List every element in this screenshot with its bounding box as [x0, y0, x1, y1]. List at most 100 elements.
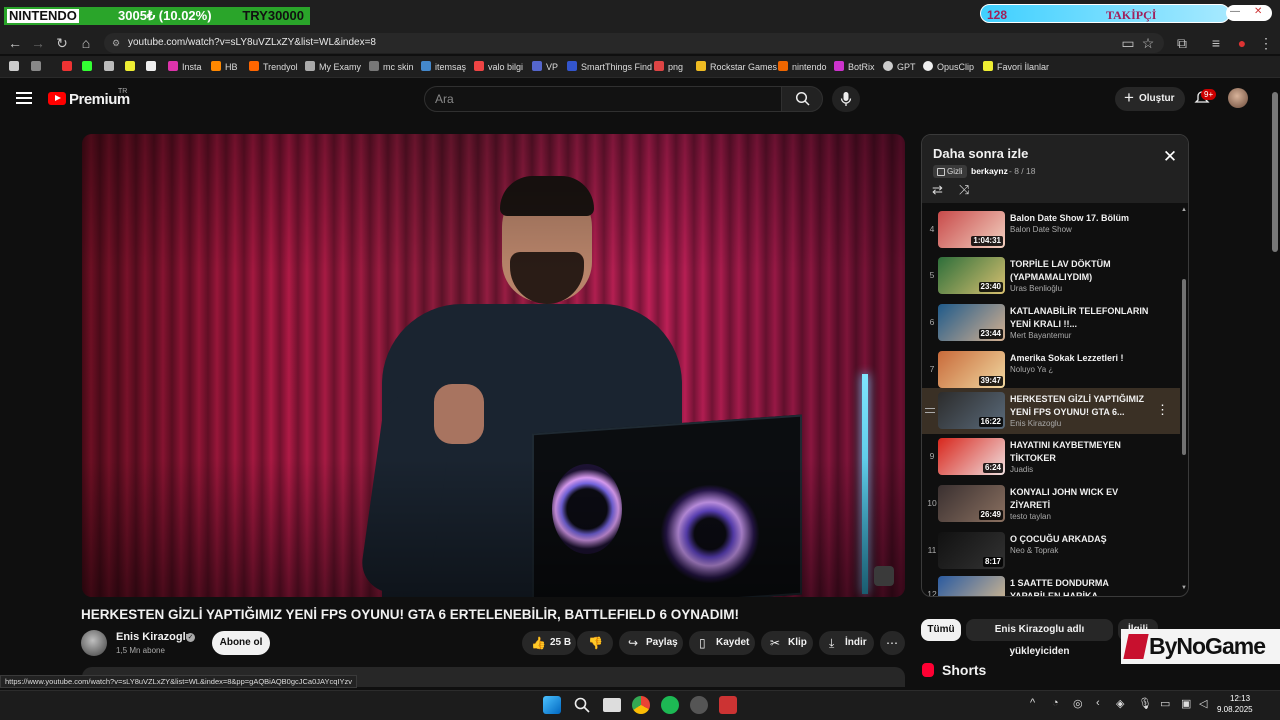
- channel-avatar[interactable]: [81, 630, 107, 656]
- microphone-icon[interactable]: 🎙: [1138, 697, 1152, 710]
- playlist-item-channel[interactable]: Juadis: [1010, 465, 1033, 474]
- shuffle-icon[interactable]: ⤨: [959, 182, 969, 198]
- playlist-item-title[interactable]: TORPİLE LAV DÖKTÜM (YAPMAMALIYDIM): [1010, 258, 1156, 284]
- playlist-item-title[interactable]: HERKESTEN GİZLİ YAPTIĞIMIZ YENİ FPS OYUN…: [1010, 393, 1156, 419]
- video-thumbnail[interactable]: [938, 576, 1005, 596]
- video-thumbnail[interactable]: 26:49: [938, 485, 1005, 522]
- bookmark-trendyol[interactable]: Trendyol: [249, 61, 298, 72]
- window-controls[interactable]: — ✕: [1226, 5, 1272, 21]
- windows-start-icon[interactable]: [543, 696, 561, 714]
- task-view-icon[interactable]: [603, 698, 621, 712]
- video-thumbnail[interactable]: 23:44: [938, 304, 1005, 341]
- reload-icon[interactable]: ↻: [53, 34, 71, 52]
- playlist-item[interactable]: 10 26:49 KONYALI JOHN WICK EV ZİYARETİ test…: [922, 481, 1180, 527]
- video-thumbnail[interactable]: 8:17: [938, 532, 1005, 569]
- playlist-item[interactable]: 5 23:40 TORPİLE LAV DÖKTÜM (YAPMAMALIYDIM)…: [922, 253, 1180, 299]
- bookmark-botrix[interactable]: BotRix: [834, 61, 875, 72]
- video-thumbnail[interactable]: 23:40: [938, 257, 1005, 294]
- page-scrollbar[interactable]: [1269, 80, 1280, 690]
- scroll-up-icon[interactable]: ▲: [1181, 207, 1187, 213]
- reading-list-icon[interactable]: ≡: [1207, 34, 1225, 52]
- playlist-item[interactable]: 16:22 HERKESTEN GİZLİ YAPTIĞIMIZ YENİ FPS…: [922, 388, 1180, 434]
- bookmark-opusclip[interactable]: OpusClip: [923, 61, 974, 72]
- playlist-item-title[interactable]: Amerika Sokak Lezzetleri !: [1010, 352, 1156, 365]
- tray-app-icon[interactable]: ‹: [1096, 697, 1100, 709]
- playlist-item[interactable]: 6 23:44 KATLANABİLİR TELEFONLARIN YENİ KRA…: [922, 300, 1180, 346]
- display-icon[interactable]: ▣: [1181, 697, 1191, 710]
- apps-icon[interactable]: [9, 61, 23, 72]
- bookmark-icon[interactable]: [104, 61, 118, 72]
- video-player[interactable]: [82, 134, 905, 597]
- playlist-item-title[interactable]: 1 SAATTE DONDURMA YAPABİLEN HARİKA...: [1010, 577, 1156, 596]
- cast-icon[interactable]: ▭: [1119, 34, 1137, 52]
- playlist-item-title[interactable]: KONYALI JOHN WICK EV ZİYARETİ: [1010, 486, 1156, 512]
- tray-app-icon[interactable]: ◎: [1073, 697, 1083, 710]
- bookmark-vp[interactable]: VP: [532, 61, 558, 72]
- forward-icon[interactable]: →: [29, 34, 47, 52]
- playlist-title[interactable]: Daha sonra izle: [933, 146, 1028, 161]
- download-button[interactable]: ⤓ İndir: [819, 631, 874, 655]
- bookmark-icon[interactable]: [125, 61, 139, 72]
- bookmark-rockstar[interactable]: Rockstar Games: [696, 61, 777, 72]
- search-input[interactable]: [424, 86, 782, 112]
- back-icon[interactable]: ←: [6, 34, 24, 52]
- playlist-owner[interactable]: berkaynz: [971, 165, 1008, 178]
- playlist-item-channel[interactable]: Neo & Toprak: [1010, 546, 1058, 555]
- bookmark-valo-bilgi[interactable]: valo bilgi: [474, 61, 523, 72]
- home-icon[interactable]: ⌂: [77, 34, 95, 52]
- channel-name[interactable]: Enis Kirazoglu: [116, 631, 192, 643]
- bookmark-nintendo[interactable]: nintendo: [778, 61, 827, 72]
- bookmark-itemsas[interactable]: itemsaş: [421, 61, 466, 72]
- playlist-item-title[interactable]: Balon Date Show 17. Bölüm: [1010, 212, 1156, 225]
- search-icon[interactable]: [573, 696, 591, 714]
- scrollbar-thumb[interactable]: [1182, 279, 1186, 455]
- x-bookmark-icon[interactable]: [146, 61, 160, 72]
- volume-icon[interactable]: ◁: [1199, 697, 1207, 710]
- playlist-item-title[interactable]: KATLANABİLİR TELEFONLARIN YENİ KRALI !!.…: [1010, 305, 1156, 331]
- playlist-item-channel[interactable]: Uras Benlioğlu: [1010, 284, 1062, 293]
- playlist-item-channel[interactable]: testo taylan: [1010, 512, 1051, 521]
- subscribe-button[interactable]: Abone ol: [212, 631, 270, 655]
- playlist-item-title[interactable]: HAYATINI KAYBETMEYEN TİKTOKER: [1010, 439, 1156, 465]
- scroll-down-icon[interactable]: ▼: [1181, 585, 1187, 591]
- more-vertical-icon[interactable]: ⋮: [1156, 402, 1169, 418]
- user-avatar[interactable]: [1228, 88, 1248, 108]
- kick-bookmark-icon[interactable]: [82, 61, 96, 72]
- close-icon[interactable]: ✕: [1162, 148, 1178, 165]
- chrome-icon[interactable]: [632, 696, 650, 714]
- taskbar-date[interactable]: 9.08.2025: [1217, 705, 1253, 714]
- video-thumbnail[interactable]: 6:24: [938, 438, 1005, 475]
- tray-app-icon[interactable]: ◈: [1116, 697, 1124, 710]
- youtube-bookmark-icon[interactable]: [62, 61, 76, 72]
- dislike-button[interactable]: 👎: [577, 631, 613, 655]
- obs-icon[interactable]: [690, 696, 708, 714]
- bookmark-smartthings[interactable]: SmartThings Find: [567, 61, 652, 72]
- chip-from-uploader[interactable]: Enis Kirazoglu adlı yükleyiciden: [966, 619, 1113, 657]
- share-button[interactable]: ↪ Paylaş: [619, 631, 683, 655]
- bookmark-gpt[interactable]: GPT: [883, 61, 916, 72]
- url-bar[interactable]: ⚙ youtube.com/watch?v=sLY8uVZLxZY&list=W…: [104, 33, 1164, 53]
- drag-handle-icon[interactable]: [925, 408, 935, 413]
- video-thumbnail[interactable]: 1:04:31: [938, 211, 1005, 248]
- minimize-icon[interactable]: —: [1230, 6, 1240, 17]
- create-button[interactable]: Oluştur: [1115, 86, 1185, 111]
- playlist-item[interactable]: 9 6:24 HAYATINI KAYBETMEYEN TİKTOKER Juadis: [922, 434, 1180, 480]
- bookmark-star-icon[interactable]: ☆: [1139, 34, 1157, 52]
- youtube-logo-icon[interactable]: [48, 92, 66, 105]
- save-button[interactable]: ▯ Kaydet: [689, 631, 755, 655]
- profile-icon[interactable]: ●: [1233, 34, 1251, 52]
- close-icon[interactable]: ✕: [1254, 6, 1262, 17]
- taskbar-time[interactable]: 12:13: [1230, 694, 1250, 703]
- playlist-item-channel[interactable]: Balon Date Show: [1010, 225, 1072, 234]
- playlist-item[interactable]: 12 1 SAATTE DONDURMA YAPABİLEN HARİKA...: [922, 572, 1180, 596]
- bookmark-hb[interactable]: HB: [211, 61, 238, 72]
- playlist-item[interactable]: 7 39:47 Amerika Sokak Lezzetleri ! Noluyo Y…: [922, 347, 1180, 393]
- tray-app-icon[interactable]: ◔: [1052, 697, 1059, 709]
- network-icon[interactable]: ▭: [1160, 697, 1170, 710]
- hamburger-menu-icon[interactable]: [16, 92, 32, 104]
- bookmark-insta[interactable]: Insta: [168, 61, 202, 72]
- bookmark-mc-skin[interactable]: mc skin: [369, 61, 414, 72]
- playlist-item-title[interactable]: O ÇOCUĞU ARKADAŞ: [1010, 533, 1156, 546]
- voice-search-button[interactable]: [832, 86, 860, 112]
- tray-overflow-icon[interactable]: ^: [1030, 697, 1035, 709]
